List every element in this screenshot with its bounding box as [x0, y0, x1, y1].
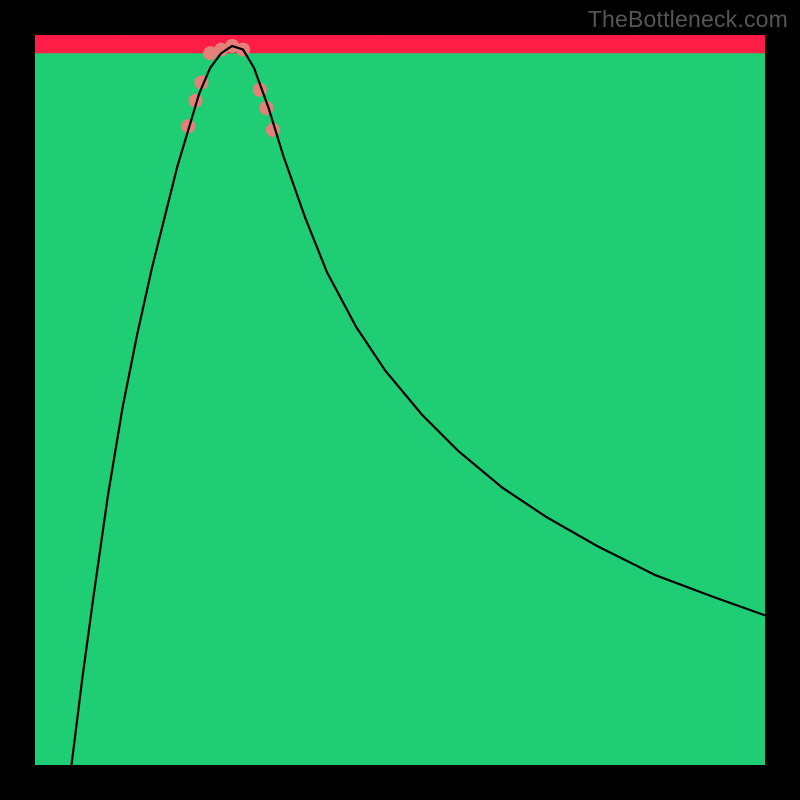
green-band	[35, 53, 765, 765]
chart-frame: TheBottleneck.com	[0, 0, 800, 800]
watermark-text: TheBottleneck.com	[588, 6, 788, 33]
plot-area	[35, 35, 765, 765]
chart-svg	[35, 35, 765, 765]
